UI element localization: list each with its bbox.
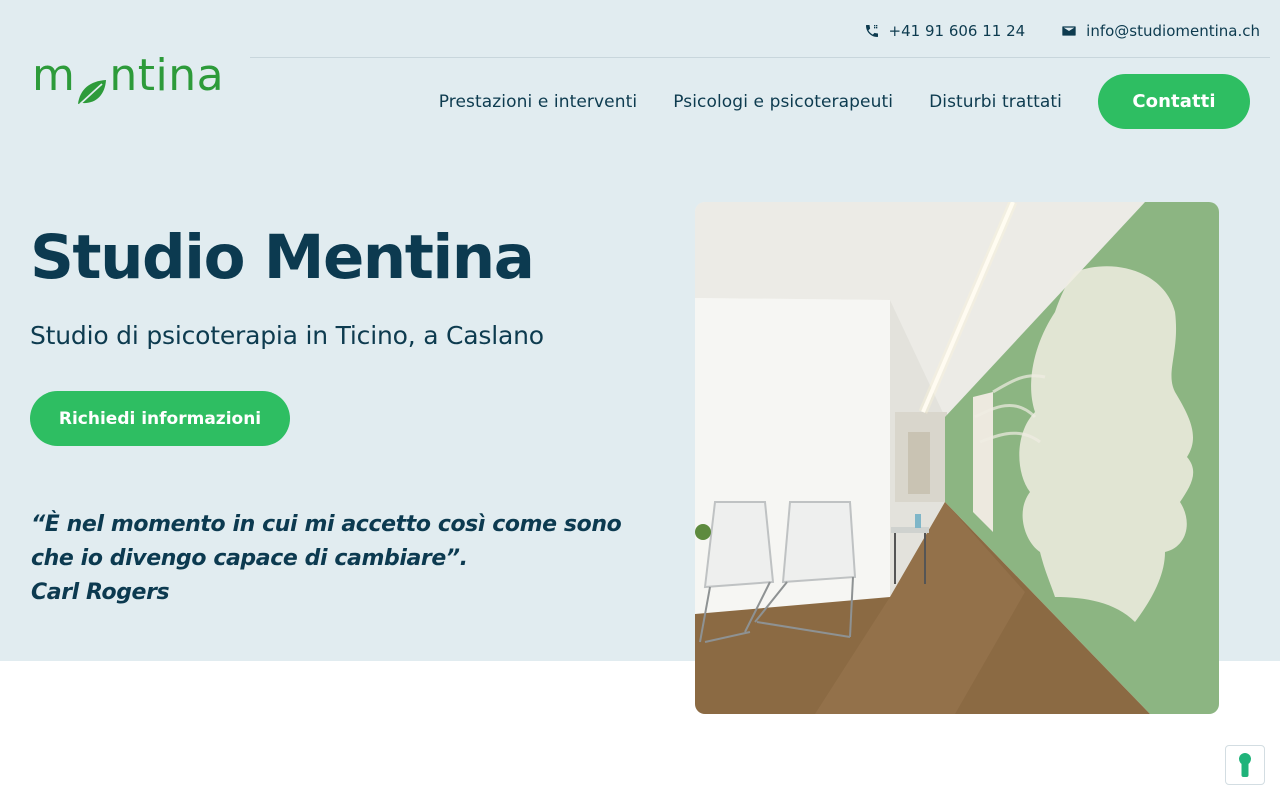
keyhole-icon (1239, 753, 1251, 777)
email-link[interactable]: info@studiomentina.ch (1061, 22, 1260, 40)
studio-photo (695, 202, 1219, 714)
mentina-logo[interactable]: m ntina (32, 50, 225, 105)
quote-line-1: “È nel momento in cui mi accetto così co… (31, 512, 622, 537)
quote: “È nel momento in cui mi accetto così co… (31, 508, 622, 610)
nav-item-disturbi[interactable]: Disturbi trattati (929, 92, 1062, 112)
accessibility-button[interactable] (1225, 745, 1265, 785)
mail-icon (1062, 26, 1076, 36)
logo-text-start: m (32, 50, 76, 101)
phone-icon (865, 25, 878, 37)
request-info-button[interactable]: Richiedi informazioni (30, 391, 290, 446)
quote-line-2: che io divengo capace di cambiare”. (31, 546, 468, 571)
main-nav: Prestazioni e interventi Psicologi e psi… (439, 74, 1250, 129)
contatti-button[interactable]: Contatti (1098, 74, 1250, 129)
phone-number: +41 91 606 11 24 (888, 22, 1026, 40)
hero-subtitle: Studio di psicoterapia in Ticino, a Casl… (30, 321, 544, 350)
contact-bar: +41 91 606 11 24 info@studiomentina.ch (864, 22, 1260, 40)
nav-item-psicologi[interactable]: Psicologi e psicoterapeuti (673, 92, 893, 112)
email-address: info@studiomentina.ch (1086, 22, 1260, 40)
header-divider (250, 57, 1270, 58)
nav-item-prestazioni[interactable]: Prestazioni e interventi (439, 92, 637, 112)
page-title: Studio Mentina (30, 222, 535, 293)
leaf-icon (76, 67, 108, 105)
quote-author: Carl Rogers (31, 580, 170, 605)
phone-link[interactable]: +41 91 606 11 24 (864, 22, 1026, 40)
logo-text-end: ntina (109, 50, 225, 101)
